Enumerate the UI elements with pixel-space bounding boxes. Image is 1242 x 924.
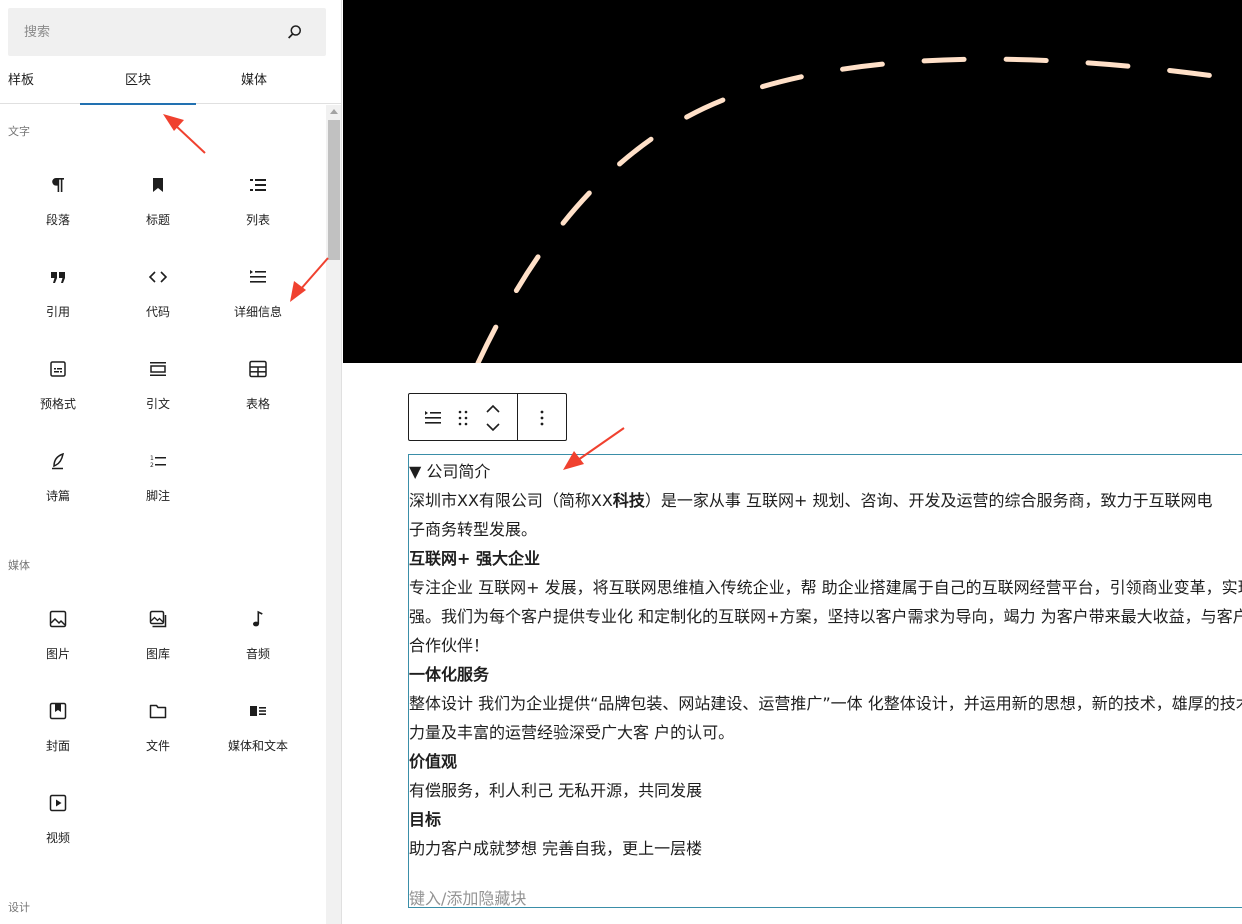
- block-item-image[interactable]: 图片: [8, 593, 108, 673]
- block-item-heading[interactable]: 标题: [108, 159, 208, 239]
- search-box: [8, 8, 326, 56]
- details-icon[interactable]: [423, 408, 443, 428]
- block-item-cover[interactable]: 封面: [8, 685, 108, 765]
- block-label: 图库: [145, 647, 170, 661]
- block-item-pullquote[interactable]: 引文: [108, 343, 208, 423]
- file-folder-icon: [149, 704, 167, 719]
- block-label: 详细信息: [233, 305, 282, 319]
- audio-note-icon: [253, 610, 263, 627]
- block-label: 代码: [145, 305, 170, 319]
- paragraph-line[interactable]: 子商务转型发展。: [409, 516, 537, 540]
- block-label: 音频: [245, 647, 270, 661]
- block-item-audio[interactable]: 音频: [208, 593, 308, 673]
- code-icon: [148, 271, 168, 283]
- paragraph-line[interactable]: 整体设计 我们为企业提供“品牌包装、网站建设、运营推广”一体 化整体设计，并运用…: [409, 690, 1242, 714]
- search-icon[interactable]: [286, 23, 304, 41]
- cover-block[interactable]: [343, 0, 1242, 363]
- block-item-verse[interactable]: 诗篇: [8, 435, 108, 515]
- block-label: 媒体和文本: [227, 739, 288, 753]
- block-label: 诗篇: [45, 489, 70, 503]
- block-label: 标题: [145, 213, 170, 227]
- block-item-file[interactable]: 文件: [108, 685, 208, 765]
- paragraph-line[interactable]: 力量及丰富的运营经验深受广大客 户的认可。: [409, 719, 734, 743]
- category-title-text: 文字: [8, 125, 30, 138]
- block-item-list[interactable]: 列表: [208, 159, 308, 239]
- block-list: 文字 段落 标题 列表 引用 代码 详细信息 预格式 引文 表格 诗篇 1 2 …: [0, 105, 326, 924]
- category-title-media: 媒体: [8, 559, 30, 572]
- block-label: 图片: [45, 647, 70, 661]
- inserter-tabs: 样板 区块 媒体: [0, 60, 341, 105]
- block-toolbar: [408, 393, 567, 441]
- drag-handle-icon[interactable]: [453, 408, 473, 428]
- block-label: 封面: [45, 739, 70, 753]
- heading-line[interactable]: 目标: [409, 806, 441, 830]
- block-label: 文件: [145, 739, 170, 753]
- image-icon: [49, 610, 67, 628]
- block-label: 列表: [245, 213, 270, 227]
- editor-canvas: ▼ 公司简介 深圳市XX有限公司（简称XX科技）是一家从事 互联网+ 规划、咨询…: [343, 0, 1242, 924]
- block-item-details[interactable]: 详细信息: [208, 251, 308, 331]
- block-label: 视频: [45, 831, 70, 845]
- paragraph-line[interactable]: 强。我们为每个客户提供专业化 和定制化的互联网+方案，坚持以客户需求为导向，竭力…: [409, 603, 1242, 627]
- add-hidden-block-placeholder[interactable]: 键入/添加隐藏块: [409, 885, 526, 909]
- table-icon: [249, 360, 267, 378]
- video-icon: [49, 794, 67, 812]
- block-item-quote[interactable]: 引用: [8, 251, 108, 331]
- block-item-code[interactable]: 代码: [108, 251, 208, 331]
- paragraph-line[interactable]: 助力客户成就梦想 完善自我，更上一层楼: [409, 835, 702, 859]
- search-input[interactable]: [8, 8, 278, 56]
- block-label: 段落: [45, 213, 70, 227]
- more-options-icon[interactable]: [532, 408, 552, 428]
- block-item-footnotes[interactable]: 1 2 脚注: [108, 435, 208, 515]
- block-label: 引用: [45, 305, 70, 319]
- verse-feather-icon: [52, 452, 64, 470]
- block-label: 预格式: [39, 397, 76, 411]
- paragraph-line[interactable]: 合作伙伴！: [409, 632, 489, 656]
- media-text-icon: [250, 706, 266, 716]
- details-summary[interactable]: ▼ 公司简介: [409, 458, 490, 482]
- tab-patterns[interactable]: 样板: [0, 60, 44, 104]
- block-item-table[interactable]: 表格: [208, 343, 308, 423]
- paragraph-line[interactable]: 专注企业 互联网+ 发展，将互联网思维植入传统企业，帮 助企业搭建属于自己的互联…: [409, 574, 1242, 598]
- heading-line[interactable]: 互联网+ 强大企业: [409, 545, 540, 569]
- cover-icon: [49, 702, 67, 720]
- details-block[interactable]: ▼ 公司简介 深圳市XX有限公司（简称XX科技）是一家从事 互联网+ 规划、咨询…: [408, 454, 1242, 908]
- dashed-arc-decoration: [475, 56, 1242, 363]
- svg-text:1: 1: [150, 455, 154, 462]
- scroll-up-arrow-icon[interactable]: [330, 109, 338, 114]
- preformatted-icon: [50, 361, 66, 377]
- block-item-preformatted[interactable]: 预格式: [8, 343, 108, 423]
- list-icon: [250, 179, 266, 191]
- svg-text:2: 2: [150, 462, 154, 469]
- block-label: 引文: [145, 397, 170, 411]
- block-item-gallery[interactable]: 图库: [108, 593, 208, 673]
- heading-line[interactable]: 价值观: [409, 748, 457, 772]
- paragraph-icon: [52, 178, 64, 192]
- category-title-design: 设计: [8, 901, 30, 914]
- block-item-video[interactable]: 视频: [8, 777, 108, 857]
- block-item-paragraph[interactable]: 段落: [8, 159, 108, 239]
- details-icon: [250, 270, 266, 283]
- paragraph-line[interactable]: 有偿服务，利人利己 无私开源，共同发展: [409, 777, 702, 801]
- block-label: 表格: [245, 397, 270, 411]
- move-up-down-icon[interactable]: [483, 402, 503, 434]
- pullquote-icon: [150, 362, 166, 376]
- heading-line[interactable]: 一体化服务: [409, 661, 489, 685]
- block-label: 脚注: [145, 489, 170, 503]
- sidebar-scrollbar[interactable]: [326, 105, 341, 924]
- scrollbar-thumb[interactable]: [328, 120, 340, 260]
- footnotes-icon: 1 2: [150, 455, 166, 469]
- paragraph-line[interactable]: 深圳市XX有限公司（简称XX科技）是一家从事 互联网+ 规划、咨询、开发及运营的…: [409, 487, 1212, 511]
- toolbar-separator: [517, 394, 518, 440]
- heading-bookmark-icon: [153, 178, 163, 192]
- tab-media[interactable]: 媒体: [196, 60, 312, 104]
- tab-blocks[interactable]: 区块: [80, 60, 196, 105]
- gallery-icon: [149, 610, 167, 628]
- block-inserter-sidebar: 样板 区块 媒体 文字 段落 标题 列表: [0, 0, 342, 924]
- block-item-media-text[interactable]: 媒体和文本: [208, 685, 308, 765]
- quote-icon: [51, 272, 65, 283]
